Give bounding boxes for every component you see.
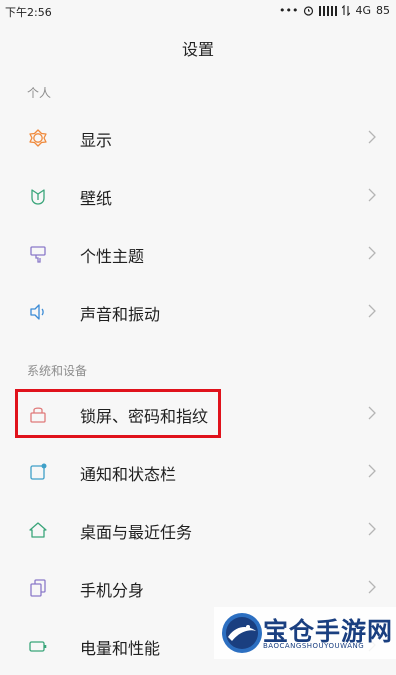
chevron-right-icon xyxy=(368,464,376,478)
settings-item-notifications[interactable]: 通知和状态栏 xyxy=(0,443,396,501)
chevron-right-icon xyxy=(368,580,376,594)
chevron-right-icon xyxy=(368,406,376,420)
signal-icon xyxy=(319,5,338,16)
notification-icon xyxy=(30,463,47,480)
settings-item-label: 声音和振动 xyxy=(80,305,161,324)
theme-brush-icon xyxy=(30,246,46,263)
chevron-right-icon xyxy=(368,130,376,144)
status-time: 下午2:56 xyxy=(5,6,52,19)
chevron-right-icon xyxy=(368,188,376,202)
dual-phone-icon xyxy=(30,579,46,597)
settings-item-label: 手机分身 xyxy=(80,581,145,600)
page-title: 设置 xyxy=(181,40,214,59)
chevron-right-icon xyxy=(368,304,376,318)
settings-item-theme[interactable]: 个性主题 xyxy=(0,225,396,283)
section-header-system: 系统和设备 xyxy=(27,364,88,378)
battery-level: 85 xyxy=(376,4,390,17)
network-type: 4G xyxy=(355,4,371,17)
chevron-right-icon xyxy=(368,522,376,536)
settings-item-display[interactable]: 显示 xyxy=(0,109,396,167)
settings-item-sound[interactable]: 声音和振动 xyxy=(0,283,396,341)
settings-item-label: 个性主题 xyxy=(80,247,145,266)
settings-item-label: 壁纸 xyxy=(80,189,113,208)
brightness-icon xyxy=(29,129,47,147)
home-icon xyxy=(29,522,47,538)
ellipsis-icon: ••• xyxy=(279,4,299,17)
battery-icon xyxy=(29,641,47,652)
chevron-right-icon xyxy=(368,246,376,260)
status-bar: 下午2:56 ••• 4G 85 xyxy=(0,0,396,22)
data-arrows-icon xyxy=(342,5,351,16)
settings-item-label: 桌面与最近任务 xyxy=(80,523,193,542)
settings-item-label: 通知和状态栏 xyxy=(80,465,177,484)
settings-item-label: 电量和性能 xyxy=(80,639,161,658)
watermark-subtext: BAOCANGSHOUYOUWANG xyxy=(263,642,365,650)
tulip-icon xyxy=(31,189,45,205)
status-icons: ••• 4G 85 xyxy=(279,4,390,17)
highlight-box xyxy=(15,389,221,438)
settings-item-label: 显示 xyxy=(80,131,113,150)
section-header-personal: 个人 xyxy=(27,86,52,100)
settings-item-wallpaper[interactable]: 壁纸 xyxy=(0,167,396,225)
speaker-icon xyxy=(30,304,44,320)
alarm-icon xyxy=(304,6,314,16)
settings-item-desktop[interactable]: 桌面与最近任务 xyxy=(0,501,396,559)
